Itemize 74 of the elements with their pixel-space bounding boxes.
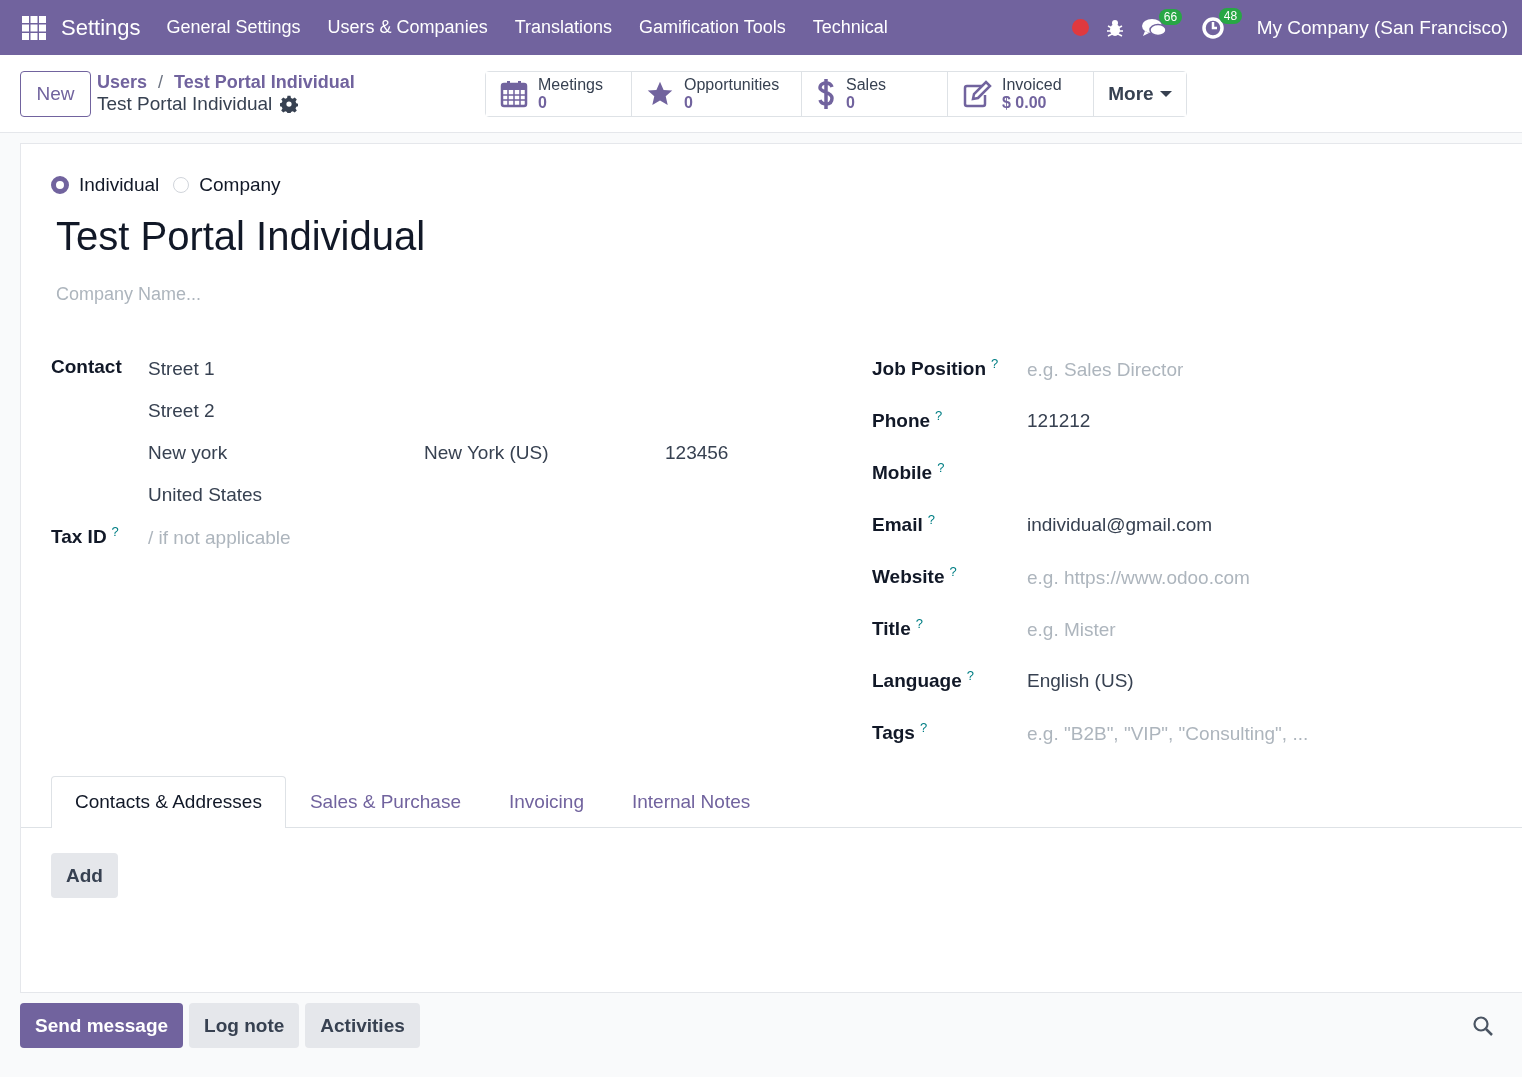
- app-grid-icon[interactable]: [22, 15, 46, 40]
- chatter-button[interactable]: Activities: [305, 1003, 420, 1048]
- smart-button-label: Invoiced: [1002, 75, 1062, 94]
- menu-item[interactable]: Translations: [514, 17, 612, 38]
- more-label: More: [1108, 82, 1154, 105]
- smart-button-value: 0: [846, 93, 855, 112]
- menu-item[interactable]: General Settings: [166, 17, 301, 38]
- radio-label[interactable]: Individual: [79, 174, 160, 196]
- notebook-tab[interactable]: Invoicing: [484, 776, 608, 828]
- chatter-button[interactable]: Log note: [189, 1003, 300, 1048]
- radio-label[interactable]: Company: [199, 174, 281, 196]
- search-icon[interactable]: [1472, 1014, 1494, 1037]
- smart-button-label: Opportunities: [684, 75, 780, 94]
- gear-icon[interactable]: [280, 95, 299, 113]
- new-button[interactable]: New: [20, 70, 91, 117]
- company-switcher[interactable]: My Company (San Francisco): [1256, 16, 1508, 39]
- breadcrumb-link[interactable]: Test Portal Individual: [174, 72, 355, 93]
- smart-button-value: 0: [538, 93, 547, 112]
- address-field[interactable]: Street 2: [148, 396, 872, 438]
- help-tooltip[interactable]: ?: [915, 616, 923, 631]
- add-button[interactable]: Add: [51, 853, 118, 898]
- field-label: Title: [872, 618, 911, 640]
- field-value[interactable]: English (US): [1027, 666, 1134, 692]
- bug-icon[interactable]: [1104, 17, 1125, 38]
- address-field[interactable]: New york: [148, 438, 424, 480]
- smart-button-label: Sales: [846, 75, 887, 94]
- smart-button-label: Meetings: [538, 75, 603, 94]
- smart-button-value: $ 0.00: [1002, 93, 1047, 112]
- help-tooltip[interactable]: ?: [111, 524, 119, 539]
- field-label: Contact: [51, 355, 123, 379]
- menu-item[interactable]: Users & Companies: [327, 17, 488, 38]
- edit-icon: [962, 79, 992, 108]
- notebook-tab[interactable]: Sales & Purchase: [285, 776, 485, 828]
- help-tooltip[interactable]: ?: [927, 512, 935, 527]
- breadcrumb-separator: /: [158, 72, 164, 93]
- field-value[interactable]: individual@gmail.com: [1027, 510, 1213, 536]
- menu-item[interactable]: Technical: [812, 17, 888, 38]
- field-label: Email: [872, 514, 923, 536]
- calendar-icon: [500, 79, 528, 108]
- notebook-tab[interactable]: Internal Notes: [607, 776, 775, 828]
- menu-item[interactable]: Gamification Tools: [639, 17, 786, 38]
- caret-icon: [1159, 89, 1172, 98]
- help-tooltip[interactable]: ?: [949, 564, 957, 579]
- notebook-tab[interactable]: Contacts & Addresses: [51, 776, 286, 828]
- record-title: Test Portal Individual: [97, 93, 273, 115]
- app-name[interactable]: Settings: [61, 14, 141, 41]
- partner-name: Test Portal Individual: [56, 213, 427, 260]
- address-field[interactable]: United States: [148, 480, 872, 522]
- help-tooltip[interactable]: ?: [937, 460, 945, 475]
- counter-badge: 66: [1158, 8, 1183, 25]
- field-label: Phone: [872, 410, 931, 432]
- address-field[interactable]: 123456: [665, 438, 729, 480]
- recording-dot-icon[interactable]: [1071, 19, 1089, 36]
- field-label: Mobile: [872, 462, 933, 484]
- field-label: Tax ID: [51, 526, 107, 548]
- smart-button[interactable]: Meetings 0: [486, 71, 632, 116]
- help-tooltip[interactable]: ?: [919, 720, 928, 735]
- field-label: Website: [872, 566, 945, 588]
- help-tooltip[interactable]: ?: [935, 408, 943, 423]
- address-field[interactable]: New York (US): [424, 438, 665, 480]
- field-value[interactable]: 121212: [1027, 406, 1091, 432]
- smart-button-value: 0: [684, 93, 693, 112]
- breadcrumb-link[interactable]: Users: [97, 72, 148, 93]
- field-label: Job Position: [872, 358, 986, 380]
- field-label: Tags: [872, 722, 915, 744]
- dollar-icon: [816, 77, 836, 110]
- address-field[interactable]: Street 1: [148, 354, 872, 396]
- chatter-button[interactable]: Send message: [20, 1003, 184, 1048]
- help-tooltip[interactable]: ?: [966, 668, 974, 683]
- help-tooltip[interactable]: ?: [991, 356, 999, 371]
- clock-icon[interactable]: [1200, 15, 1225, 40]
- counter-badge: 48: [1218, 7, 1243, 24]
- field-label: Language: [872, 670, 962, 692]
- radio-button[interactable]: [51, 176, 69, 194]
